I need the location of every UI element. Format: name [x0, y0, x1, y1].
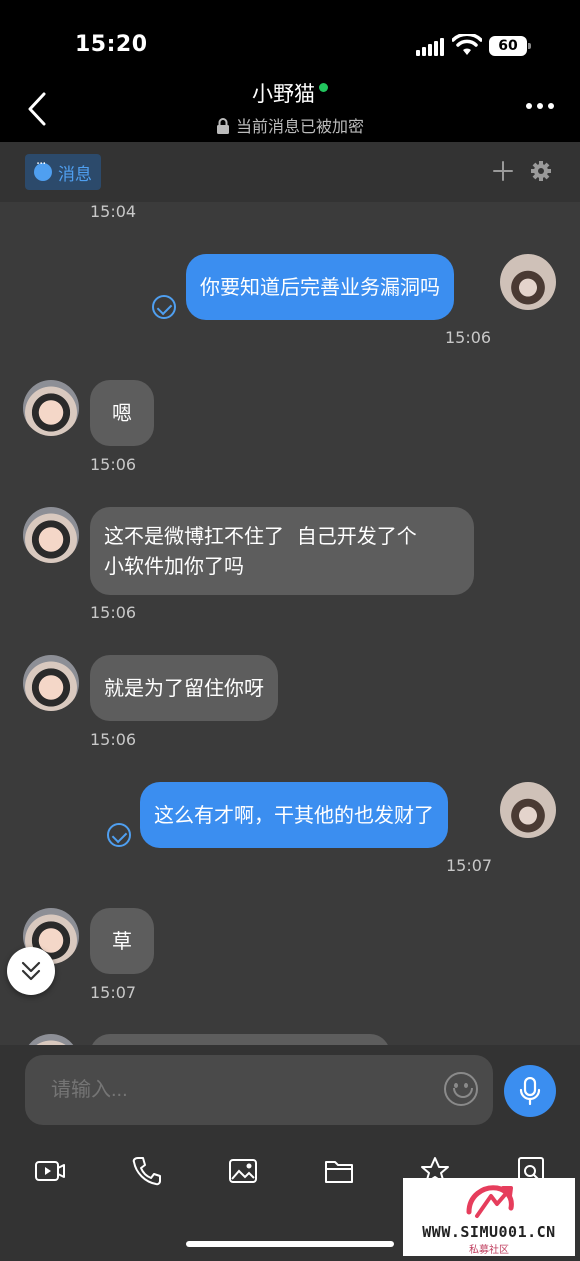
image-icon[interactable] — [227, 1155, 259, 1187]
avatar-self[interactable] — [500, 782, 556, 838]
folder-icon[interactable] — [323, 1155, 355, 1187]
avatar-contact[interactable] — [23, 655, 79, 711]
message-line: 小软件加你了吗 — [104, 554, 244, 578]
message-time: 15:06 — [90, 603, 137, 622]
contact-name: 小野猫 — [252, 82, 315, 106]
lock-icon — [216, 118, 229, 134]
message-bubble-incoming[interactable]: 草 — [90, 908, 154, 974]
read-check-icon — [107, 823, 131, 847]
read-check-icon — [152, 295, 176, 319]
message-bubble-incoming[interactable]: 嗯 — [90, 380, 154, 446]
cellular-signal-icon — [416, 38, 444, 56]
message-bubble-incoming[interactable]: 这不是微博扛不住了 自己开发了个 小软件加你了吗 — [90, 507, 474, 595]
battery-icon: 60 — [489, 36, 531, 56]
wifi-icon — [452, 34, 482, 55]
status-time: 15:20 — [75, 32, 148, 57]
message-time: 15:07 — [90, 983, 137, 1002]
home-indicator — [186, 1241, 394, 1247]
dot-icon — [526, 103, 532, 109]
tab-messages[interactable]: 消息 — [25, 154, 101, 190]
encryption-text: 当前消息已被加密 — [235, 117, 364, 136]
message-bubble-incoming[interactable] — [90, 1034, 390, 1045]
message-time: 15:06 — [445, 328, 492, 347]
video-icon[interactable] — [34, 1155, 66, 1187]
voice-input-button[interactable] — [504, 1065, 556, 1117]
message-input[interactable] — [25, 1055, 493, 1125]
watermark-text: WWW.SIMU001.CN — [422, 1223, 556, 1241]
message-bubble-outgoing[interactable]: 这么有才啊，干其他的也发财了 — [140, 782, 448, 848]
scroll-to-bottom-button[interactable] — [7, 947, 55, 995]
message-time: 15:07 — [446, 856, 493, 875]
top-bar: 15:20 60 小野猫 当前消息已被加密 — [0, 0, 580, 142]
message-bubble-incoming[interactable]: 就是为了留住你呀 — [90, 655, 278, 721]
online-indicator — [319, 83, 328, 92]
watermark-logo-icon — [466, 1185, 514, 1218]
dot-icon — [537, 103, 543, 109]
add-icon[interactable] — [492, 160, 514, 182]
message-time: 15:06 — [90, 730, 137, 749]
message-line: 这不是微博扛不住了 自己开发了个 — [104, 524, 417, 548]
watermark: WWW.SIMU001.CN 私募社区 — [403, 1178, 575, 1256]
more-options-button[interactable] — [526, 103, 554, 109]
encryption-notice: 当前消息已被加密 — [0, 113, 580, 137]
avatar-self[interactable] — [500, 254, 556, 310]
double-chevron-down-icon — [21, 961, 41, 981]
chat-bubble-icon — [34, 157, 52, 181]
watermark-subtext: 私募社区 — [469, 1245, 509, 1256]
microphone-icon — [519, 1077, 541, 1105]
message-time: 15:04 — [90, 202, 137, 221]
emoji-icon[interactable] — [444, 1072, 478, 1106]
chat-history[interactable]: 15:04 你要知道后完善业务漏洞吗 15:06 嗯 15:06 这不是微博扛不… — [0, 202, 580, 1045]
chat-title[interactable]: 小野猫 — [0, 78, 580, 108]
avatar-contact[interactable] — [23, 1034, 79, 1045]
message-bubble-outgoing[interactable]: 你要知道后完善业务漏洞吗 — [186, 254, 454, 320]
tab-messages-label: 消息 — [58, 164, 92, 185]
avatar-contact[interactable] — [23, 380, 79, 436]
message-time: 15:06 — [90, 455, 137, 474]
gear-icon[interactable] — [530, 160, 552, 182]
phone-icon[interactable] — [131, 1155, 163, 1187]
dot-icon — [548, 103, 554, 109]
avatar-contact[interactable] — [23, 507, 79, 563]
